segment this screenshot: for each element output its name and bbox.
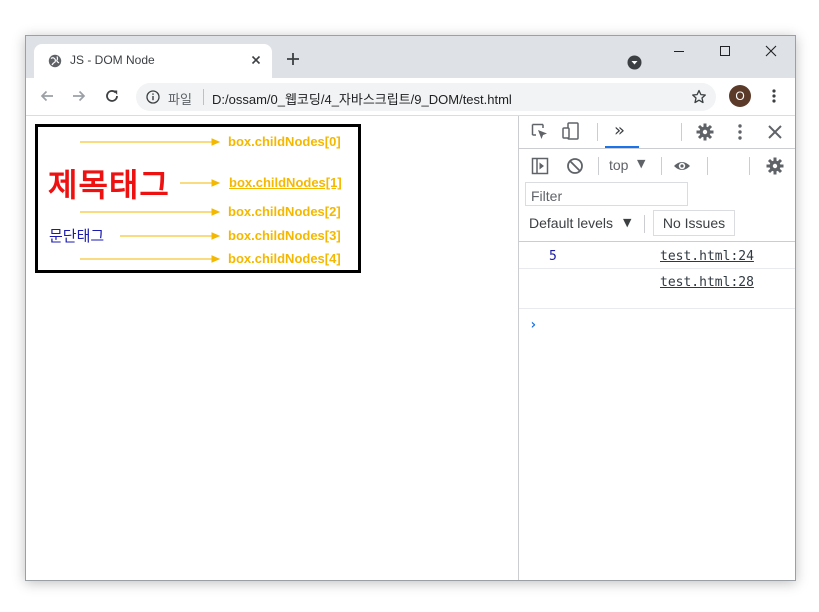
close-devtools-icon[interactable] (766, 123, 784, 141)
childnode-label-2: box.childNodes[2] (228, 204, 341, 219)
console-source-link[interactable]: test.html:28 (660, 275, 754, 290)
globe-icon (48, 54, 62, 68)
devtools-separator (707, 157, 708, 175)
context-selector[interactable]: top (609, 157, 628, 173)
arrowhead-3 (211, 232, 221, 240)
context-dropdown-arrow[interactable]: ▼ (637, 157, 645, 170)
devtools-separator (598, 157, 599, 175)
log-levels-dropdown[interactable]: Default levels (529, 215, 613, 231)
settings-gear-icon[interactable] (696, 123, 714, 141)
device-toggle-icon[interactable] (562, 122, 580, 140)
url-text[interactable]: D:/ossam/0_웹코딩/4_자바스크립트/9_DOM/test.html (212, 89, 512, 108)
childnode-label-4: box.childNodes[4] (228, 251, 341, 266)
browser-window: JS - DOM Node 파일 D:/ossam/0_웹코딩/4_자바스크립트… (25, 35, 796, 581)
tab-search-icon[interactable] (627, 55, 642, 70)
devtools-panel: » top ▼ Filter Default levels ▼ No Issue… (518, 116, 795, 580)
active-tab-indicator (605, 146, 639, 148)
clear-console-icon[interactable] (566, 157, 584, 175)
scheme-label: 파일 (168, 92, 192, 107)
bookmark-star-icon[interactable] (691, 89, 707, 105)
address-separator (203, 89, 204, 105)
console-prompt[interactable]: › (529, 317, 537, 333)
arrowhead-1 (211, 179, 221, 187)
devtools-separator (749, 157, 750, 175)
childnode-label-0: box.childNodes[0] (228, 134, 341, 149)
devtools-separator (661, 157, 662, 175)
sidebar-toggle-icon[interactable] (531, 157, 549, 175)
profile-avatar[interactable]: O (729, 85, 751, 107)
arrowhead-4 (211, 255, 221, 263)
filter-input[interactable] (525, 182, 688, 206)
browser-toolbar: 파일 D:/ossam/0_웹코딩/4_자바스크립트/9_DOM/test.ht… (26, 78, 795, 116)
tab-strip: JS - DOM Node (26, 36, 795, 78)
issues-button[interactable]: No Issues (653, 210, 735, 236)
close-tab-icon[interactable] (248, 52, 264, 68)
childnode-label-1: box.childNodes[1] (229, 175, 342, 190)
arrowhead-2 (211, 208, 221, 216)
info-icon[interactable] (146, 90, 160, 104)
arrowhead-0 (211, 138, 221, 146)
reload-icon[interactable] (104, 88, 120, 104)
devtools-separator (644, 215, 645, 233)
live-expression-eye-icon[interactable] (673, 157, 691, 175)
console-message: 5 test.html:24 (519, 242, 795, 269)
back-arrow-icon[interactable] (39, 88, 55, 104)
devtools-separator (681, 123, 682, 141)
close-window-icon[interactable] (764, 44, 778, 58)
forward-arrow-icon[interactable] (71, 88, 87, 104)
new-tab-plus-icon[interactable] (286, 52, 300, 66)
devtools-separator (597, 123, 598, 141)
console-settings-gear-icon[interactable] (766, 157, 784, 175)
console-source-link[interactable]: test.html:24 (660, 249, 754, 264)
tab-js-dom-node[interactable]: JS - DOM Node (34, 44, 272, 78)
more-menu-icon[interactable] (766, 88, 782, 104)
console-value: 5 (549, 249, 557, 264)
devtools-more-icon[interactable] (731, 123, 749, 141)
log-levels-arrow[interactable]: ▼ (623, 216, 631, 229)
address-bar[interactable]: 파일 D:/ossam/0_웹코딩/4_자바스크립트/9_DOM/test.ht… (136, 83, 716, 111)
maximize-icon[interactable] (718, 44, 732, 58)
minimize-icon[interactable] (672, 44, 686, 58)
more-tabs-chevron[interactable]: » (614, 120, 625, 141)
devtools-tab-bar: » (519, 116, 795, 149)
console-message: test.html:28 (519, 268, 795, 309)
inspect-element-icon[interactable] (531, 123, 549, 141)
page-content: 제목태그 문단태그 box.childNodes[0] box.childNod… (26, 116, 518, 580)
tab-title: JS - DOM Node (70, 53, 155, 67)
childnode-label-3: box.childNodes[3] (228, 228, 341, 243)
